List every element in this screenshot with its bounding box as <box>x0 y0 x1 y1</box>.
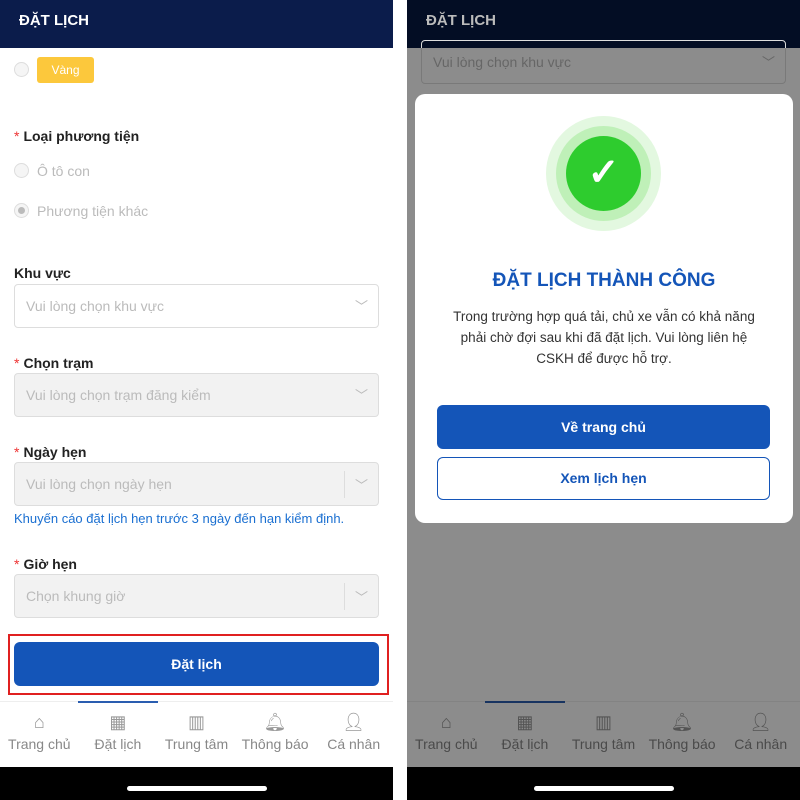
user-icon: 👤︎ <box>342 712 366 732</box>
station-label: * Chọn trạm <box>14 355 94 371</box>
region-select[interactable]: Vui lòng chọn khu vực ﹀ <box>14 284 379 328</box>
bottom-nav: ⌂ Trang chủ ▦ Đặt lịch ▥ Trung tâm 🔔︎ Thông … <box>0 701 393 767</box>
date-hint: Khuyến cáo đặt lịch hẹn trước 3 ngày đến… <box>14 511 345 526</box>
time-label: * Giờ hẹn <box>14 556 77 572</box>
region-label: Khu vực <box>14 265 71 281</box>
date-label: * Ngày hẹn <box>14 444 87 460</box>
vehicle-type-label: * Loại phương tiện <box>14 128 140 144</box>
home-icon: ⌂ <box>33 712 45 732</box>
radio-car[interactable] <box>14 163 29 178</box>
chevron-down-icon: ﹀ <box>354 299 368 314</box>
date-select[interactable]: Vui lòng chọn ngày hẹn ﹀ <box>14 462 379 506</box>
home-indicator <box>0 767 393 800</box>
chevron-down-icon: ﹀ <box>343 583 368 610</box>
building-icon: ▥ <box>187 712 205 732</box>
radio-other-vehicle[interactable] <box>14 203 29 218</box>
nav-home[interactable]: ⌂ Trang chủ <box>0 702 79 767</box>
color-option-yellow[interactable]: Vàng <box>37 57 94 83</box>
view-appointments-button[interactable]: Xem lịch hẹn <box>437 457 770 500</box>
go-home-button[interactable]: Về trang chủ <box>437 405 770 449</box>
chevron-down-icon: ﹀ <box>343 471 368 498</box>
color-radio[interactable] <box>14 62 29 77</box>
nav-booking[interactable]: ▦ Đặt lịch <box>79 702 158 767</box>
booking-success-screen: ĐẶT LỊCH Vui lòng chọn khu vực ﹀ ⌂ Trang c… <box>407 0 800 800</box>
nav-center[interactable]: ▥ Trung tâm <box>157 702 236 767</box>
page-title: ĐẶT LỊCH <box>0 0 393 48</box>
success-dialog: ✓ ĐẶT LỊCH THÀNH CÔNG Trong trường hợp q… <box>415 94 793 523</box>
home-indicator <box>407 767 800 800</box>
station-select[interactable]: Vui lòng chọn trạm đăng kiểm ﹀ <box>14 373 379 417</box>
dialog-title: ĐẶT LỊCH THÀNH CÔNG <box>492 270 716 291</box>
bell-icon: 🔔︎ <box>263 712 287 732</box>
calendar-icon: ▦ <box>109 712 127 732</box>
submit-booking-button[interactable]: Đặt lịch <box>14 642 379 686</box>
nav-notifications[interactable]: 🔔︎ Thông báo <box>236 702 315 767</box>
success-icon: ✓ <box>546 116 661 231</box>
dialog-message: Trong trường hợp quá tải, chủ xe vẫn có … <box>453 309 755 366</box>
time-select[interactable]: Chọn khung giờ ﹀ <box>14 574 379 618</box>
nav-profile[interactable]: 👤︎ Cá nhân <box>314 702 393 767</box>
chevron-down-icon: ﹀ <box>354 388 368 403</box>
option-car[interactable]: Ô tô con <box>37 163 90 179</box>
option-other-vehicle[interactable]: Phương tiện khác <box>37 203 148 219</box>
booking-screen: ĐẶT LỊCH Vàng * Loại phương tiện Ô tô con… <box>0 0 393 800</box>
checkmark-icon: ✓ <box>566 136 641 211</box>
